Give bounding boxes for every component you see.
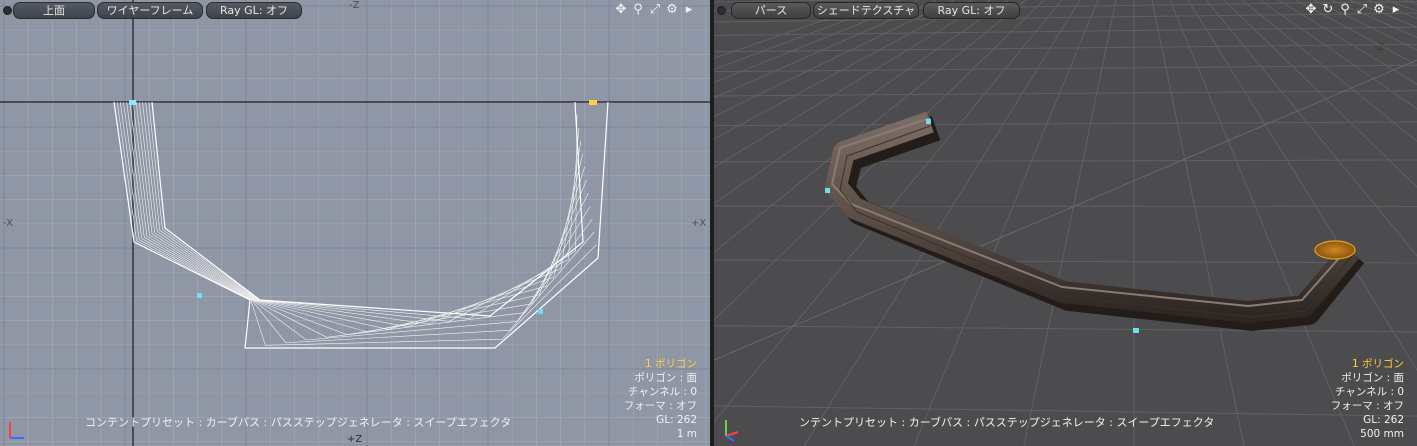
selection-info: 1 ポリゴン ポリゴン : 面 チャンネル : 0 フォーマ : オフ GL: … bbox=[1331, 357, 1404, 441]
move-icon[interactable]: ✥ bbox=[1304, 2, 1318, 18]
axis-label-pos-x: +X bbox=[691, 218, 707, 229]
top-view-canvas[interactable] bbox=[0, 0, 710, 446]
former-status: フォーマ : オフ bbox=[623, 400, 697, 412]
grid-scale: 500 mm bbox=[1360, 428, 1404, 440]
selection-count: 1 ポリゴン bbox=[644, 358, 697, 370]
zoom-icon[interactable]: ⚲ bbox=[1338, 2, 1352, 18]
channel-count: チャンネル : 0 bbox=[627, 386, 697, 398]
status-text: コンテントプリセット : カーブパス : パスステップジェネレータ : スイープ… bbox=[85, 416, 512, 429]
rotate-icon[interactable]: ↻ bbox=[1321, 2, 1335, 18]
path-handle[interactable] bbox=[825, 188, 830, 193]
path-handle[interactable] bbox=[129, 100, 136, 105]
wireframe-outline bbox=[113, 101, 609, 349]
move-icon[interactable]: ✥ bbox=[614, 2, 628, 18]
axis-label-pos-z: +Z bbox=[347, 434, 363, 445]
gl-count: GL: 262 bbox=[656, 414, 697, 426]
fit-icon[interactable]: ⤢ bbox=[648, 2, 662, 18]
view-type-button[interactable]: パース bbox=[731, 2, 811, 19]
axis-label-neg-x: -X bbox=[3, 218, 13, 229]
axis-label-neg-z: -Z bbox=[1374, 42, 1385, 53]
path-handle[interactable] bbox=[197, 293, 202, 298]
view-type-button[interactable]: 上面 bbox=[13, 2, 95, 19]
sweep-end-cap[interactable] bbox=[1314, 240, 1356, 260]
path-handle[interactable] bbox=[1133, 328, 1139, 333]
viewport-tools: ✥ ↻ ⚲ ⤢ ⚙ ▸ bbox=[1304, 2, 1403, 18]
ray-gl-button[interactable]: Ray GL: オフ bbox=[923, 2, 1020, 19]
path-handle[interactable] bbox=[926, 119, 931, 124]
shading-mode-button[interactable]: ワイヤーフレーム bbox=[97, 2, 203, 19]
shading-mode-button[interactable]: シェードテクスチャ bbox=[813, 2, 919, 19]
gear-icon[interactable]: ⚙ bbox=[665, 2, 679, 18]
arrow-right-icon[interactable]: ▸ bbox=[1389, 2, 1403, 18]
top-viewport[interactable]: 上面 ワイヤーフレーム Ray GL: オフ ✥ ⚲ ⤢ ⚙ ▸ -Z -X +… bbox=[0, 0, 710, 446]
path-handle-selected[interactable] bbox=[589, 100, 597, 105]
axis-gizmo-icon bbox=[9, 422, 24, 439]
ray-gl-button[interactable]: Ray GL: オフ bbox=[206, 2, 302, 19]
viewport-menu-dot[interactable] bbox=[717, 6, 726, 15]
former-status: フォーマ : オフ bbox=[1330, 400, 1404, 412]
polygon-type: ポリゴン : 面 bbox=[1341, 372, 1404, 384]
polygon-type: ポリゴン : 面 bbox=[634, 372, 697, 384]
channel-count: チャンネル : 0 bbox=[1334, 386, 1404, 398]
selection-info: 1 ポリゴン ポリゴン : 面 チャンネル : 0 フォーマ : オフ GL: … bbox=[624, 357, 697, 441]
gear-icon[interactable]: ⚙ bbox=[1372, 2, 1386, 18]
axis-gizmo-icon bbox=[725, 420, 739, 442]
arrow-right-icon[interactable]: ▸ bbox=[682, 2, 696, 18]
axis-label-neg-z: -Z bbox=[349, 0, 360, 11]
perspective-canvas[interactable] bbox=[714, 0, 1417, 446]
viewport-toolbar: パース シェードテクスチャ Ray GL: オフ ✥ ↻ ⚲ ⤢ ⚙ ▸ bbox=[714, 1, 1417, 19]
gl-count: GL: 262 bbox=[1363, 414, 1404, 426]
sweep-tube[interactable] bbox=[825, 111, 1365, 331]
grid bbox=[0, 0, 710, 446]
perspective-viewport[interactable]: パース シェードテクスチャ Ray GL: オフ ✥ ↻ ⚲ ⤢ ⚙ ▸ -Z … bbox=[714, 0, 1417, 446]
selection-count: 1 ポリゴン bbox=[1351, 358, 1404, 370]
perspective-grid bbox=[714, 0, 1417, 446]
zoom-icon[interactable]: ⚲ bbox=[631, 2, 645, 18]
fit-icon[interactable]: ⤢ bbox=[1355, 2, 1369, 18]
grid-scale: 1 m bbox=[676, 428, 697, 440]
path-handle[interactable] bbox=[538, 309, 543, 314]
viewport-menu-dot[interactable] bbox=[3, 6, 12, 15]
status-text: ンテントプリセット : カーブパス : パスステップジェネレータ : スイープエ… bbox=[799, 416, 1215, 429]
viewport-tools: ✥ ⚲ ⤢ ⚙ ▸ bbox=[614, 2, 696, 18]
